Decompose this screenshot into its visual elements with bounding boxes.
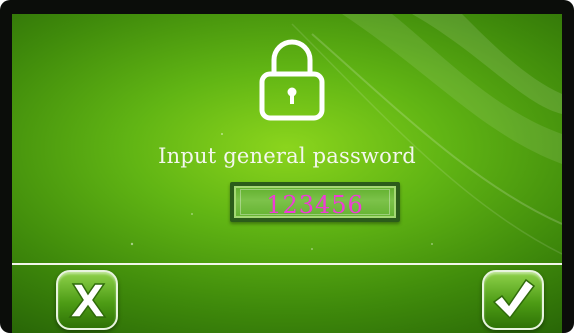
- divider-line: [12, 263, 562, 265]
- password-input[interactable]: 123456: [230, 182, 400, 222]
- password-prompt: Input general password: [158, 144, 416, 168]
- password-screen: Input general password 123456: [12, 14, 562, 333]
- device-frame: Input general password 123456: [0, 0, 574, 333]
- x-icon: [68, 283, 107, 318]
- checkmark-icon: [492, 278, 536, 320]
- lock-icon: [259, 39, 325, 121]
- password-value: 123456: [240, 189, 390, 219]
- cancel-button[interactable]: [56, 270, 118, 330]
- confirm-button[interactable]: [482, 270, 544, 330]
